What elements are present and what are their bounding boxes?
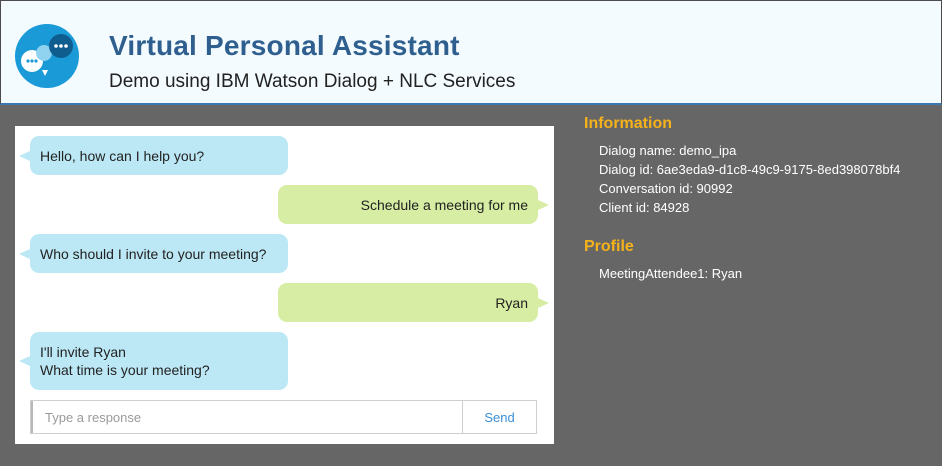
message-text: What time is your meeting?	[40, 362, 210, 378]
conversation-id: Conversation id: 90992	[599, 181, 733, 196]
dialog-id: Dialog id: 6ae3eda9-d1c8-49c9-9175-8ed39…	[599, 162, 901, 177]
information-heading: Information	[584, 115, 672, 132]
app-header: Virtual Personal Assistant Demo using IB…	[0, 0, 942, 105]
watson-message: Hello, how can I help you?	[19, 136, 288, 175]
user-message: Ryan	[278, 283, 549, 322]
chat-panel: Hello, how can I help you? Schedule a me…	[15, 126, 554, 444]
send-button[interactable]: Send	[462, 401, 536, 433]
message-text: Hello, how can I help you?	[40, 147, 205, 164]
profile-heading: Profile	[584, 238, 634, 255]
message-text: I'll invite Ryan	[40, 344, 126, 360]
watson-message: I'll invite Ryan What time is your meeti…	[19, 332, 288, 390]
message-text: Ryan	[495, 294, 528, 311]
message-text: Who should I invite to your meeting?	[40, 245, 267, 262]
message-text: Schedule a meeting for me	[360, 196, 528, 213]
response-input-row: Send	[30, 400, 537, 434]
dialog-name: Dialog name: demo_ipa	[599, 143, 737, 158]
user-message: Schedule a meeting for me	[278, 185, 549, 224]
watson-message: Who should I invite to your meeting?	[19, 234, 288, 273]
response-input[interactable]	[31, 401, 462, 433]
client-id: Client id: 84928	[599, 200, 690, 215]
chat-bubbles-icon	[15, 24, 79, 88]
page-title: Virtual Personal Assistant	[109, 30, 460, 61]
page-subtitle: Demo using IBM Watson Dialog + NLC Servi…	[109, 71, 516, 92]
profile-meeting-attendee: MeetingAttendee1: Ryan	[599, 266, 743, 281]
